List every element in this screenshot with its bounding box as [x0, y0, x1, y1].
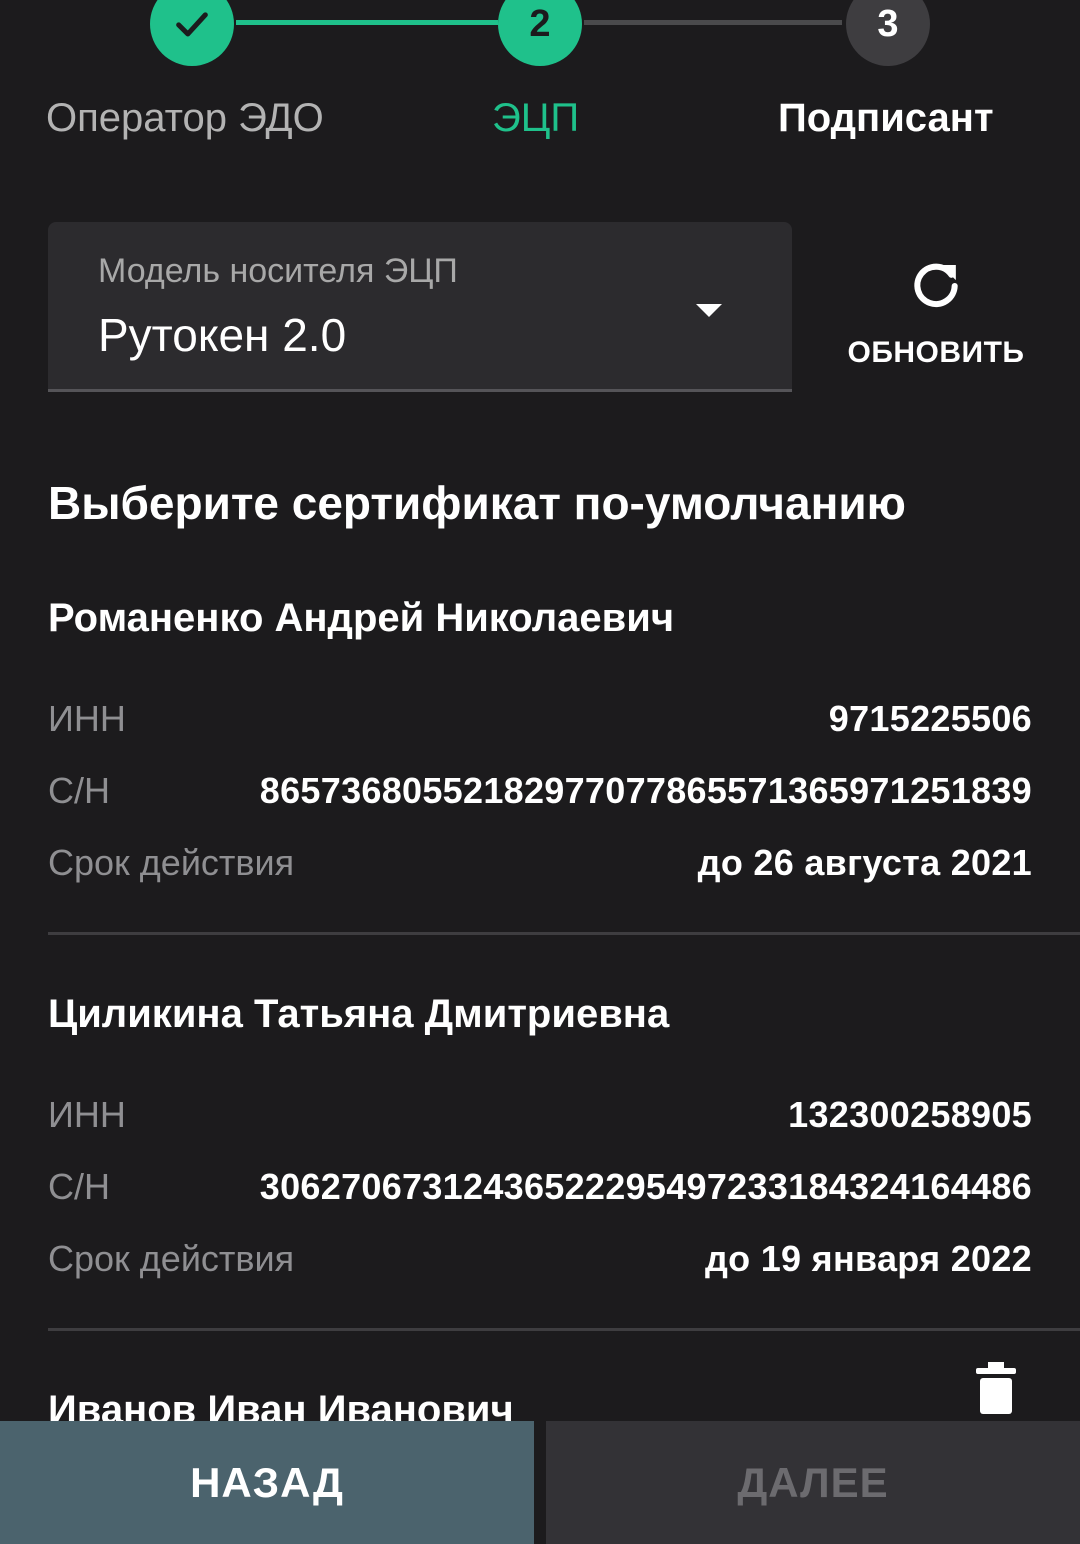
- section-title: Выберите сертификат по-умолчанию: [48, 477, 906, 529]
- validity-value: до 19 января 2022: [704, 1238, 1032, 1279]
- validity-label: Срок действия: [48, 1238, 295, 1279]
- inn-row: ИНН 132300258905: [48, 1094, 1032, 1138]
- delete-certificate-button[interactable]: [974, 1362, 1018, 1419]
- inn-label: ИНН: [48, 698, 126, 739]
- step-connector-done: [236, 20, 498, 25]
- stepper: 2 3 Оператор ЭДО ЭЦП Подписант: [0, 0, 1080, 170]
- checkmark-icon: [176, 12, 208, 37]
- step-3-indicator: 3: [846, 0, 930, 66]
- refresh-icon: [914, 263, 958, 308]
- inn-value: 9715225506: [828, 698, 1032, 739]
- step-1-label: Оператор ЭДО: [46, 96, 324, 140]
- carrier-model-select[interactable]: Модель носителя ЭЦП Рутокен 2.0: [48, 222, 792, 392]
- divider: [48, 1328, 1080, 1331]
- serial-value: 306270673124365222954972331843241644​86: [259, 1166, 1032, 1207]
- refresh-button[interactable]: ОБНОВИТЬ: [830, 250, 1042, 380]
- validity-row: Срок действия до 26 августа 2021: [48, 842, 1032, 886]
- validity-label: Срок действия: [48, 842, 295, 883]
- bottom-bar: НАЗАД ДАЛЕЕ: [0, 1421, 1080, 1544]
- carrier-model-value: Рутокен 2.0: [98, 309, 347, 361]
- refresh-label: ОБНОВИТЬ: [847, 336, 1025, 369]
- validity-value: до 26 августа 2021: [697, 842, 1032, 883]
- back-button[interactable]: НАЗАД: [0, 1421, 534, 1544]
- divider: [48, 932, 1080, 935]
- step-2-indicator: 2: [498, 0, 582, 66]
- next-button[interactable]: ДАЛЕЕ: [546, 1421, 1080, 1544]
- validity-row: Срок действия до 19 января 2022: [48, 1238, 1032, 1282]
- trash-icon: [976, 1362, 1016, 1414]
- inn-label: ИНН: [48, 1094, 126, 1135]
- inn-row: ИНН 9715225506: [48, 698, 1032, 742]
- serial-label: С/Н: [48, 1166, 110, 1207]
- serial-value: 865736805521829770778655713659712518​39: [259, 770, 1032, 811]
- serial-row: С/Н 865736805521829770778655713659712518…: [48, 770, 1032, 814]
- carrier-model-label: Модель носителя ЭЦП: [98, 252, 458, 290]
- serial-row: С/Н 306270673124365222954972331843241644…: [48, 1166, 1032, 1210]
- step-1-indicator: [150, 0, 234, 66]
- step-3-label: Подписант: [778, 96, 994, 140]
- step-2-label: ЭЦП: [492, 96, 580, 140]
- serial-label: С/Н: [48, 770, 110, 811]
- certificate-owner-name: Циликина Татьяна Дмитриевна: [48, 992, 670, 1036]
- step-connector-todo: [584, 20, 842, 25]
- certificate-owner-name: Романенко Андрей Николаевич: [48, 596, 675, 640]
- inn-value: 132300258905: [788, 1094, 1032, 1135]
- dropdown-arrow-icon: [696, 304, 722, 317]
